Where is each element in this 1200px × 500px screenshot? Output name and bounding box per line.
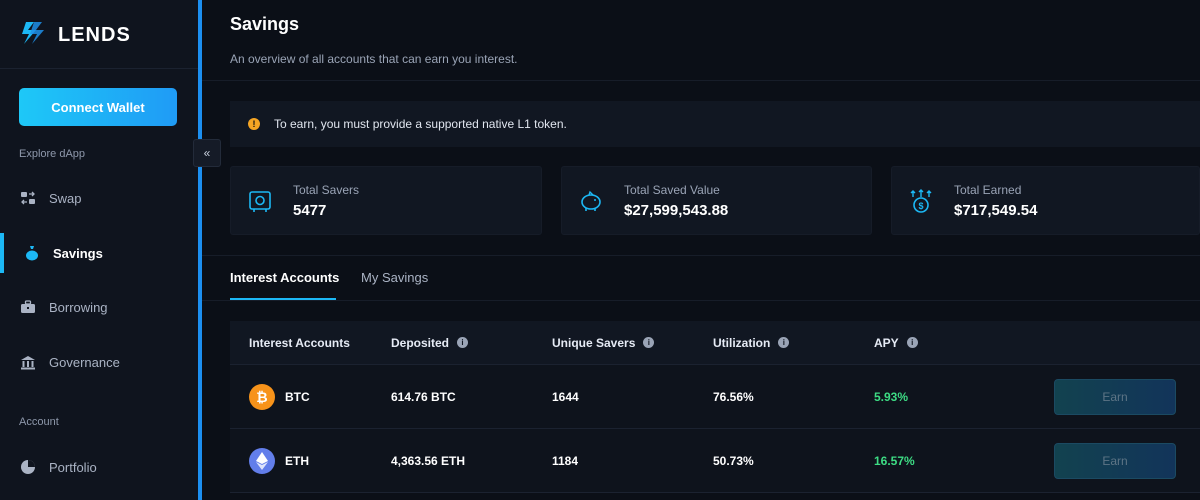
ethereum-icon bbox=[249, 447, 275, 474]
warning-icon: ! bbox=[248, 118, 260, 130]
section-account-label: Account bbox=[19, 416, 59, 428]
main-content: Savings An overview of all accounts that… bbox=[202, 0, 1200, 500]
utilization-value: 50.73% bbox=[713, 453, 754, 468]
column-header-deposited: Deposited i bbox=[391, 336, 552, 350]
stat-total-saved-value: Total Saved Value $27,599,543.88 bbox=[561, 166, 872, 235]
bitcoin-icon: ₿ bbox=[249, 383, 275, 410]
tabs-divider bbox=[202, 300, 1200, 301]
stat-total-earned: $ Total Earned $717,549.54 bbox=[891, 166, 1200, 235]
column-header-utilization: Utilization i bbox=[713, 336, 874, 350]
deposited-value: 614.76 BTC bbox=[391, 389, 456, 404]
savers-value: 1644 bbox=[552, 389, 579, 404]
asset-cell: ETH bbox=[230, 447, 391, 474]
piggy-bank-icon bbox=[578, 188, 604, 214]
asset-name: ETH bbox=[285, 453, 309, 468]
notice-banner: ! To earn, you must provide a supported … bbox=[230, 101, 1200, 147]
sidebar-item-label: Portfolio bbox=[49, 459, 97, 475]
briefcase-icon bbox=[19, 298, 37, 316]
stat-value: $27,599,543.88 bbox=[624, 201, 729, 219]
info-icon[interactable]: i bbox=[778, 337, 790, 348]
info-icon[interactable]: i bbox=[906, 337, 918, 348]
apy-value: 16.57% bbox=[874, 453, 915, 468]
stat-label: Total Earned bbox=[954, 182, 1022, 197]
sidebar: LENDS Connect Wallet Explore dApp Swap S… bbox=[0, 0, 198, 500]
sidebar-divider bbox=[0, 68, 198, 69]
vault-icon bbox=[247, 188, 273, 214]
tab-interest-accounts[interactable]: Interest Accounts bbox=[230, 270, 339, 285]
logo[interactable]: LENDS bbox=[20, 18, 131, 53]
column-header-unique-savers: Unique Savers i bbox=[552, 336, 713, 350]
table-row: ETH 4,363.56 ETH 1184 50.73% 16.57% Earn bbox=[230, 429, 1200, 493]
stat-total-savers: Total Savers 5477 bbox=[230, 166, 542, 235]
utilization-value: 76.56% bbox=[713, 389, 754, 404]
pie-chart-icon bbox=[19, 458, 37, 476]
section-explore-label: Explore dApp bbox=[19, 148, 86, 160]
stat-value: $717,549.54 bbox=[954, 201, 1038, 219]
page-title: Savings bbox=[230, 14, 300, 34]
app-name: LENDS bbox=[58, 24, 131, 46]
apy-value: 5.93% bbox=[874, 389, 909, 404]
page-subtitle: An overview of all accounts that can ear… bbox=[230, 52, 518, 66]
earn-button[interactable]: Earn bbox=[1054, 378, 1176, 415]
sidebar-item-label: Governance bbox=[49, 354, 120, 370]
sidebar-item-borrowing[interactable]: Borrowing bbox=[0, 287, 198, 327]
table-row: ₿ BTC 614.76 BTC 1644 76.56% 5.93% Earn bbox=[230, 365, 1200, 429]
stat-label: Total Saved Value bbox=[624, 182, 720, 197]
tabs-top-divider bbox=[202, 255, 1200, 256]
info-icon[interactable]: i bbox=[457, 337, 469, 348]
tab-my-savings[interactable]: My Savings bbox=[361, 270, 428, 285]
stat-value: 5477 bbox=[293, 201, 327, 219]
info-icon[interactable]: i bbox=[643, 337, 655, 348]
sidebar-item-label: Borrowing bbox=[49, 299, 108, 315]
svg-text:$: $ bbox=[918, 201, 923, 211]
savers-value: 1184 bbox=[552, 453, 579, 468]
interest-accounts-table: Interest Accounts Deposited i Unique Save… bbox=[230, 321, 1200, 493]
lends-logo-icon bbox=[20, 18, 48, 53]
asset-name: BTC bbox=[285, 389, 310, 404]
column-header-apy: APY i bbox=[874, 336, 1035, 350]
asset-cell: ₿ BTC bbox=[230, 383, 391, 410]
column-header-accounts: Interest Accounts bbox=[249, 335, 350, 350]
sidebar-item-swap[interactable]: Swap bbox=[0, 178, 198, 218]
header-divider bbox=[202, 80, 1200, 81]
notice-text: To earn, you must provide a supported na… bbox=[274, 117, 567, 131]
table-header: Interest Accounts Deposited i Unique Save… bbox=[230, 321, 1200, 365]
sidebar-item-label: Swap bbox=[49, 190, 82, 206]
bank-icon bbox=[19, 353, 37, 371]
sidebar-item-savings[interactable]: Savings bbox=[0, 233, 198, 273]
connect-wallet-button[interactable]: Connect Wallet bbox=[19, 88, 177, 126]
money-bag-icon bbox=[23, 244, 41, 262]
sidebar-item-portfolio[interactable]: Portfolio bbox=[0, 447, 198, 487]
earn-button[interactable]: Earn bbox=[1054, 442, 1176, 479]
svg-text:₿: ₿ bbox=[256, 389, 267, 405]
sidebar-item-label: Savings bbox=[53, 245, 103, 261]
stat-label: Total Savers bbox=[293, 182, 360, 197]
deposited-value: 4,363.56 ETH bbox=[391, 453, 466, 468]
dollar-growth-icon: $ bbox=[908, 188, 934, 214]
sidebar-item-governance[interactable]: Governance bbox=[0, 342, 198, 382]
swap-icon bbox=[19, 189, 37, 207]
